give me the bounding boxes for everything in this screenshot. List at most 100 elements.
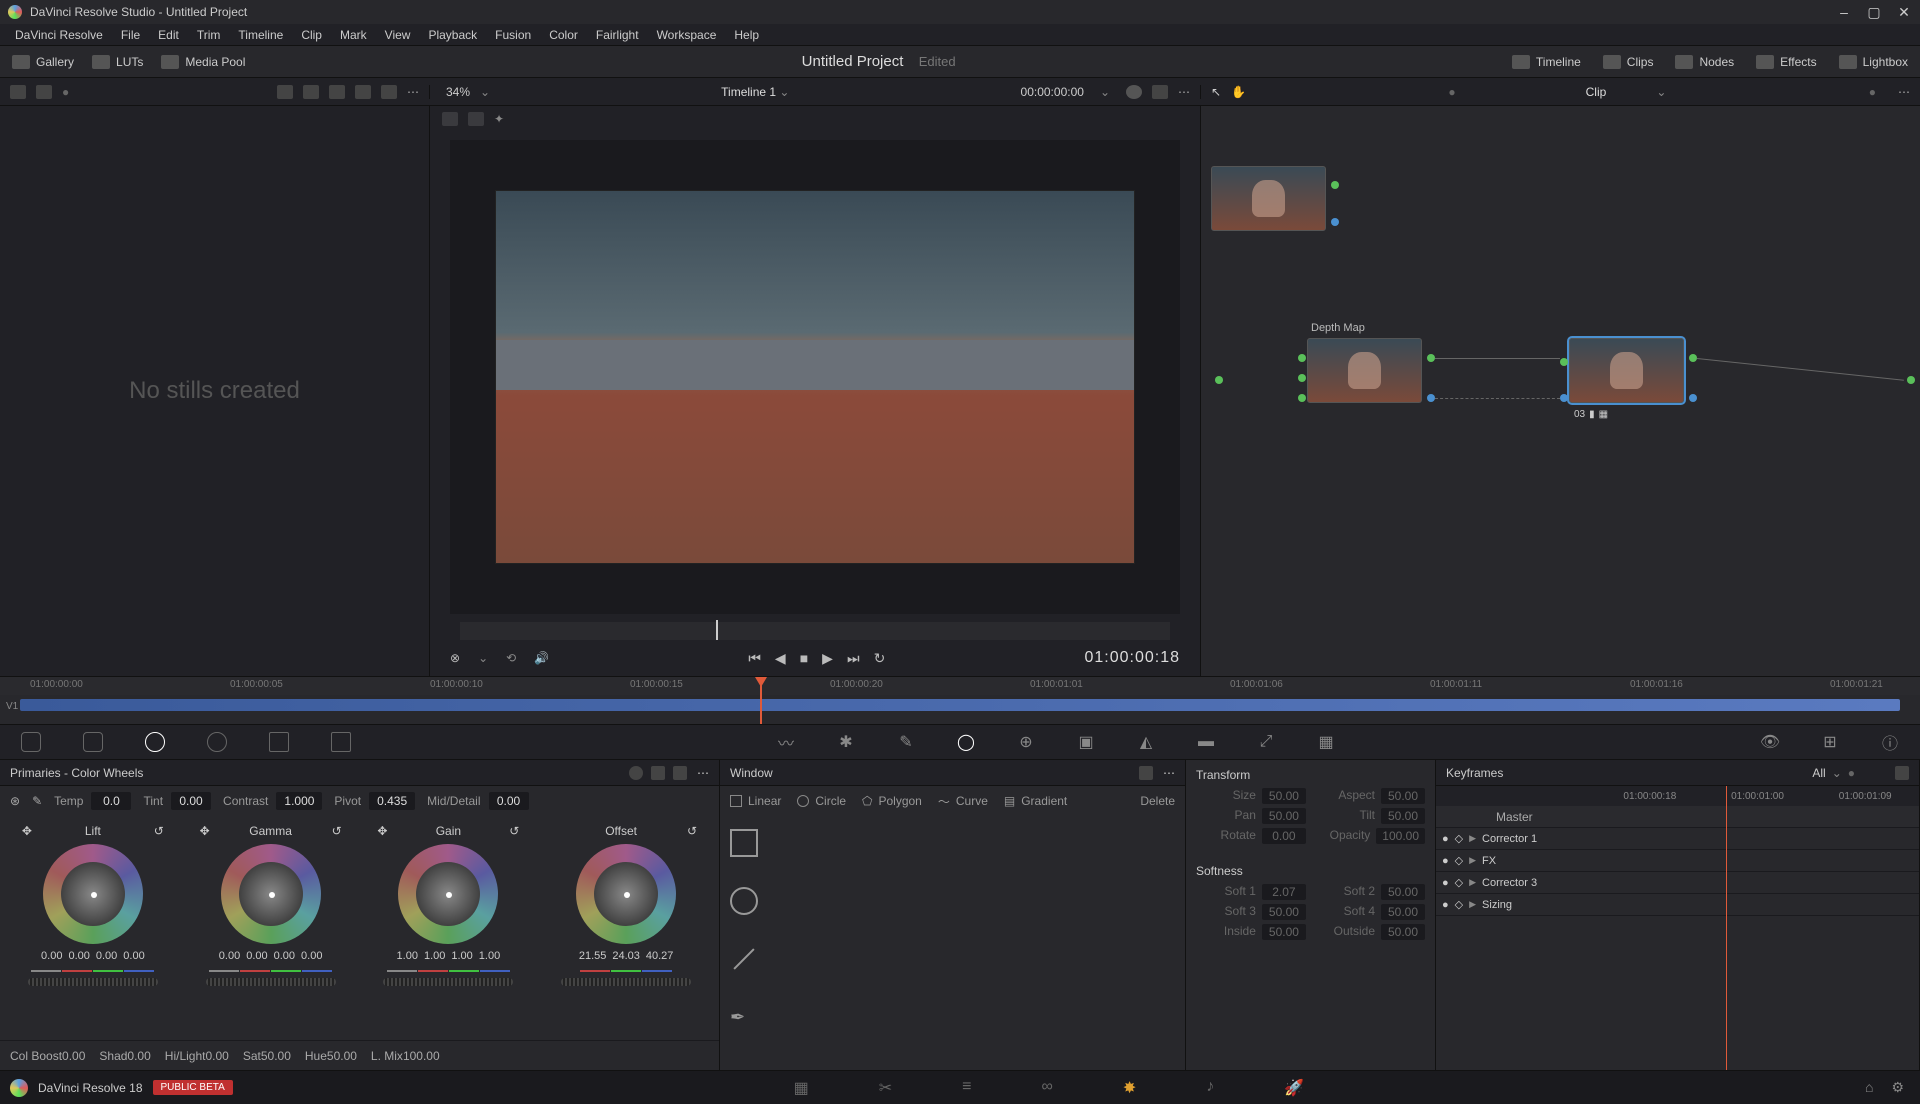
tab-camera-raw[interactable] <box>0 724 62 760</box>
pan-value[interactable]: 50.00 <box>1262 808 1306 824</box>
highlight-icon[interactable]: ✦ <box>494 112 504 126</box>
timeline-name[interactable]: Timeline 1 <box>721 85 776 99</box>
tint-value[interactable]: 0.00 <box>171 792 211 810</box>
next-frame-button[interactable]: ⏭ <box>847 650 860 667</box>
hilight-value[interactable]: 0.00 <box>205 1049 228 1063</box>
node-2-in1[interactable] <box>1298 354 1306 362</box>
menu-playback[interactable]: Playback <box>419 28 486 42</box>
menu-view[interactable]: View <box>376 28 420 42</box>
split-screen-icon[interactable] <box>468 112 484 126</box>
primaries-wheel-mode-icon[interactable] <box>629 766 643 780</box>
gain-reset-icon[interactable]: ↺ <box>509 824 519 838</box>
gallery-still-icon[interactable] <box>36 85 52 99</box>
lift-v3[interactable]: 0.00 <box>123 950 144 962</box>
grid-view-icon[interactable] <box>303 85 319 99</box>
tab-blur[interactable]: ◭ <box>1116 724 1176 760</box>
offset-jog[interactable] <box>561 978 691 986</box>
tab-info[interactable]: ⓘ <box>1860 724 1920 760</box>
bypass-icon[interactable]: ⊗ <box>450 651 460 665</box>
tilt-value[interactable]: 50.00 <box>1381 808 1425 824</box>
auto-balance-icon[interactable]: ⊛ <box>10 794 20 808</box>
tab-hdr[interactable] <box>186 724 248 760</box>
gamma-v2[interactable]: 0.00 <box>274 950 295 962</box>
gain-v3[interactable]: 1.00 <box>479 950 500 962</box>
gamma-v0[interactable]: 0.00 <box>219 950 240 962</box>
add-circle-button[interactable]: Circle <box>797 794 846 808</box>
tab-warper[interactable]: ✱ <box>816 724 876 760</box>
sat-value[interactable]: 50.00 <box>261 1049 291 1063</box>
size-value[interactable]: 50.00 <box>1262 788 1306 804</box>
play-button[interactable]: ▶ <box>822 650 833 667</box>
mini-timeline[interactable]: 01:00:00:00 01:00:00:05 01:00:00:10 01:0… <box>0 676 1920 724</box>
menu-file[interactable]: File <box>112 28 149 42</box>
tab-rgb-mixer[interactable] <box>248 724 310 760</box>
search-icon[interactable] <box>355 85 371 99</box>
middetail-value[interactable]: 0.00 <box>489 792 529 810</box>
tab-color-wheels[interactable] <box>124 724 186 760</box>
pointer-tool-icon[interactable]: ↖ <box>1211 85 1221 99</box>
menu-help[interactable]: Help <box>725 28 768 42</box>
offset-wheel[interactable] <box>576 844 676 944</box>
gain-v1[interactable]: 1.00 <box>424 950 445 962</box>
luts-toggle[interactable]: LUTs <box>92 55 143 69</box>
keyframes-all-label[interactable]: All <box>1812 766 1825 780</box>
primaries-log-mode-icon[interactable] <box>673 766 687 780</box>
lummix-value[interactable]: 100.00 <box>403 1049 440 1063</box>
maximize-button[interactable]: ▢ <box>1866 4 1882 20</box>
kf-item-sizing[interactable]: ●◇▶Sizing <box>1436 894 1919 916</box>
page-edit[interactable]: ≡ <box>962 1078 971 1098</box>
offset-v2[interactable]: 40.27 <box>646 950 674 962</box>
lightbox-toggle[interactable]: Lightbox <box>1839 55 1908 69</box>
soft3-value[interactable]: 50.00 <box>1262 904 1306 920</box>
add-linear-button[interactable]: Linear <box>730 794 781 808</box>
inside-value[interactable]: 50.00 <box>1262 924 1306 940</box>
graph-output[interactable] <box>1907 376 1915 384</box>
graph-input[interactable] <box>1215 376 1223 384</box>
page-fairlight[interactable]: ♪ <box>1206 1078 1214 1098</box>
page-fusion[interactable]: ∞ <box>1041 1078 1052 1098</box>
tab-key[interactable]: ▬ <box>1176 724 1236 760</box>
add-curve-button[interactable]: 〜Curve <box>938 793 988 810</box>
offset-v1[interactable]: 24.03 <box>612 950 640 962</box>
menu-davinci[interactable]: DaVinci Resolve <box>6 28 112 42</box>
primaries-bars-mode-icon[interactable] <box>651 766 665 780</box>
node-3-out-alpha[interactable] <box>1689 394 1697 402</box>
render-cache-icon[interactable] <box>1126 85 1142 99</box>
gamma-v1[interactable]: 0.00 <box>246 950 267 962</box>
gain-picker-icon[interactable]: ✥ <box>377 824 387 838</box>
scrubber-playhead[interactable] <box>716 620 718 640</box>
menu-trim[interactable]: Trim <box>188 28 230 42</box>
prev-frame-button[interactable]: ◀ <box>775 650 786 667</box>
soft4-value[interactable]: 50.00 <box>1381 904 1425 920</box>
menu-color[interactable]: Color <box>540 28 587 42</box>
first-frame-button[interactable]: ⏮ <box>748 650 761 667</box>
window-row-linear[interactable] <box>730 822 1175 864</box>
node-1-out-rgb[interactable] <box>1331 181 1339 189</box>
soft2-value[interactable]: 50.00 <box>1381 884 1425 900</box>
unmix-icon[interactable]: ⟲ <box>506 651 516 665</box>
gain-v0[interactable]: 1.00 <box>397 950 418 962</box>
viewer-canvas[interactable] <box>450 140 1180 614</box>
clip-mode-label[interactable]: Clip <box>1586 85 1607 99</box>
mediapool-toggle[interactable]: Media Pool <box>161 55 245 69</box>
node-2-out-alpha[interactable] <box>1427 394 1435 402</box>
close-button[interactable]: ✕ <box>1896 4 1912 20</box>
window-row-circle[interactable] <box>730 880 1175 922</box>
shad-value[interactable]: 0.00 <box>127 1049 150 1063</box>
delete-window-button[interactable]: Delete <box>1140 794 1175 808</box>
menu-clip[interactable]: Clip <box>292 28 331 42</box>
lift-reset-icon[interactable]: ↺ <box>154 824 164 838</box>
tab-scopes[interactable]: ⊞ <box>1800 724 1860 760</box>
primaries-more-icon[interactable]: ⋯ <box>697 766 709 780</box>
zoom-chevron-icon[interactable]: ⌄ <box>480 85 490 99</box>
gain-wheel[interactable] <box>398 844 498 944</box>
menu-workspace[interactable]: Workspace <box>648 28 726 42</box>
colboost-value[interactable]: 0.00 <box>62 1049 85 1063</box>
keyframes-expand-icon[interactable] <box>1895 766 1909 780</box>
gamma-v3[interactable]: 0.00 <box>301 950 322 962</box>
gamma-jog[interactable] <box>206 978 336 986</box>
node-2-in2[interactable] <box>1298 374 1306 382</box>
contrast-value[interactable]: 1.000 <box>276 792 322 810</box>
tab-sizing[interactable]: ⤢ <box>1236 724 1296 760</box>
node-more-icon[interactable]: ⋯ <box>1898 85 1910 99</box>
